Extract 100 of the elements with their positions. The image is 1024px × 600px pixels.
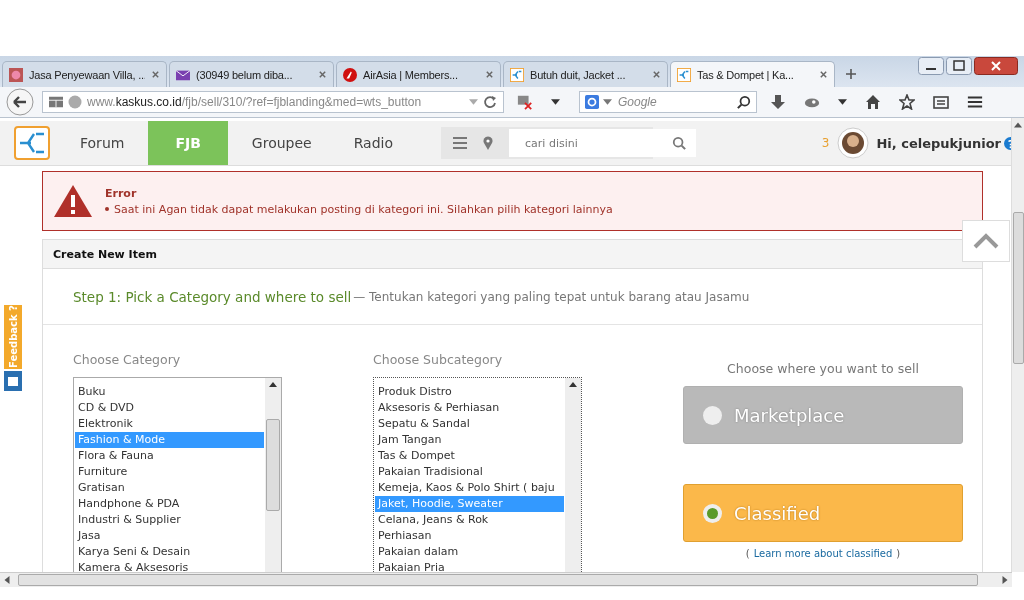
- maximize-icon[interactable]: [946, 57, 972, 75]
- star-icon[interactable]: [899, 94, 915, 110]
- list-option[interactable]: Tas & Dompet: [375, 448, 564, 464]
- list-option[interactable]: Perhiasan: [375, 528, 564, 544]
- chevron-up-icon: [973, 233, 999, 249]
- site-logo[interactable]: [14, 126, 50, 160]
- list-option[interactable]: Buku: [75, 384, 264, 400]
- horizontal-scrollbar[interactable]: [0, 572, 1012, 587]
- grid-icon: [49, 95, 63, 109]
- tab-title: Jasa Penyewaan Villa, ...: [29, 68, 145, 81]
- field-label: Choose Category: [73, 352, 182, 367]
- list-box[interactable]: Buku CD & DVD Elektronik Fashion & Mode Flora & Fauna Furniture Gratisan Handphone & PDA Industri & Supplier Jasa Karya Seni & Desain Kamera & Aksesoris: [73, 377, 282, 572]
- close-icon[interactable]: [652, 70, 661, 79]
- scroll-thumb[interactable]: [18, 574, 978, 586]
- search-icon[interactable]: [737, 95, 751, 109]
- list-option[interactable]: Sepatu & Sandal: [375, 416, 564, 432]
- blocked-icon[interactable]: [517, 94, 533, 110]
- parenthesis: ): [896, 548, 901, 559]
- scroll-thumb[interactable]: [1012, 212, 1024, 364]
- learn-more-link[interactable]: Learn more about classified: [753, 548, 893, 559]
- browser-tab[interactable]: AirAsia | Members...: [336, 61, 501, 87]
- tab-title: (30949 belum diba...: [196, 68, 294, 81]
- feedback-icon[interactable]: [4, 371, 22, 391]
- scroll-left-icon[interactable]: [3, 576, 11, 584]
- bullet-icon: [105, 207, 109, 211]
- vertical-scrollbar[interactable]: [1011, 118, 1024, 572]
- nav-tab[interactable]: Forum: [62, 121, 143, 165]
- error-message: Saat ini Agan tidak dapat melakukan posting di kategori ini. Silahkan pilih kategori lainnya: [114, 202, 613, 216]
- reading-list-icon[interactable]: [933, 94, 949, 110]
- list-option[interactable]: Industri & Supplier: [75, 512, 264, 528]
- site-logo-icon: [677, 67, 691, 82]
- close-icon[interactable]: [485, 70, 494, 79]
- tab-title: Butuh duit, Jacket ...: [530, 68, 627, 81]
- list-option[interactable]: Elektronik: [75, 416, 264, 432]
- browser-tab[interactable]: Tas & Dompet | Ka...: [670, 61, 835, 87]
- back-button-icon[interactable]: [6, 88, 34, 116]
- list-option[interactable]: Aksesoris & Perhiasan: [375, 400, 564, 416]
- list-box[interactable]: [373, 377, 582, 572]
- scroll-up-icon[interactable]: [569, 382, 577, 387]
- list-option[interactable]: Jasa: [75, 528, 264, 544]
- dropdown-icon[interactable]: [838, 99, 847, 105]
- step-hint: — Tentukan kategori yang paling tepat untuk barang atau Jasamu: [353, 289, 750, 304]
- list-option[interactable]: Jam Tangan: [375, 432, 564, 448]
- parenthesis: (: [745, 548, 750, 559]
- browser-tab[interactable]: Butuh duit, Jacket ...: [503, 61, 668, 87]
- scroll-up-icon[interactable]: [269, 382, 277, 387]
- search-field[interactable]: cari disini: [509, 129, 697, 157]
- browser-tab[interactable]: (30949 belum diba...: [169, 61, 334, 87]
- error-title: Error: [105, 186, 138, 200]
- new-tab-icon[interactable]: [845, 68, 857, 80]
- step-title: Step 1: Pick a Category and where to sell: [73, 288, 352, 305]
- close-window-icon[interactable]: [974, 57, 1018, 75]
- field-label: Choose Subcategory: [373, 352, 504, 367]
- download-icon[interactable]: [770, 94, 786, 110]
- address-bar[interactable]: www.kaskus.co.id/fjb/sell/310/?ref=fjblanding&med=wts_button: [42, 91, 504, 113]
- list-option[interactable]: Pakaian Pria: [375, 560, 564, 572]
- close-icon[interactable]: [318, 70, 327, 79]
- dropdown-icon[interactable]: [551, 99, 560, 105]
- nav-tab[interactable]: Radio: [335, 121, 412, 165]
- list-option[interactable]: CD & DVD: [75, 400, 264, 416]
- tab-title: AirAsia | Members...: [363, 68, 459, 81]
- radio-icon: [703, 503, 722, 523]
- browser-tab[interactable]: Jasa Penyewaan Villa, ...: [2, 61, 167, 87]
- tab-title: Tas & Dompet | Ka...: [697, 68, 795, 81]
- scroll-right-icon[interactable]: [1001, 576, 1009, 584]
- list-option[interactable]: Flora & Fauna: [75, 448, 264, 464]
- list-option[interactable]: Karya Seni & Desain: [75, 544, 264, 560]
- close-icon[interactable]: [819, 70, 828, 79]
- list-option[interactable]: Pakaian Tradisional: [375, 464, 564, 480]
- scrollbar[interactable]: [565, 378, 581, 572]
- menu-icon[interactable]: [967, 94, 983, 110]
- scroll-up-icon[interactable]: [1014, 121, 1022, 129]
- list-option[interactable]: Furniture: [75, 464, 264, 480]
- panel-title: Create New Item: [53, 247, 157, 261]
- search-field[interactable]: Google: [579, 91, 757, 113]
- user-greeting[interactable]: Hi, celepukjunior: [876, 135, 1001, 151]
- radio-icon: [703, 405, 722, 425]
- list-option[interactable]: Handphone & PDA: [75, 496, 264, 512]
- avatar[interactable]: [837, 127, 870, 159]
- envelope-icon: [176, 67, 190, 82]
- list-option[interactable]: Kamera & Aksesoris: [75, 560, 264, 572]
- scrollbar[interactable]: [265, 378, 281, 572]
- home-icon[interactable]: [865, 94, 881, 110]
- search-input[interactable]: Google: [616, 94, 733, 110]
- list-option[interactable]: Kemeja, Kaos & Polo Shirt ( baju: [375, 480, 564, 496]
- scroll-thumb[interactable]: [266, 419, 280, 511]
- minimize-icon[interactable]: [918, 57, 944, 75]
- warning-icon: [53, 184, 93, 218]
- list-option[interactable]: Produk Distro: [375, 384, 564, 400]
- close-icon[interactable]: [151, 70, 160, 79]
- list-option[interactable]: Pakaian dalam: [375, 544, 564, 560]
- reload-icon[interactable]: [483, 95, 497, 109]
- photo-icon: [9, 67, 23, 82]
- scroll-to-top-button[interactable]: [962, 220, 1010, 262]
- nav-tab[interactable]: Groupee: [233, 121, 330, 165]
- list-option[interactable]: Celana, Jeans & Rok: [375, 512, 564, 528]
- field-label: Choose where you want to sell: [727, 361, 919, 376]
- site-logo-icon: [510, 67, 524, 82]
- list-option[interactable]: Gratisan: [75, 480, 264, 496]
- dropdown-icon: [603, 99, 612, 105]
